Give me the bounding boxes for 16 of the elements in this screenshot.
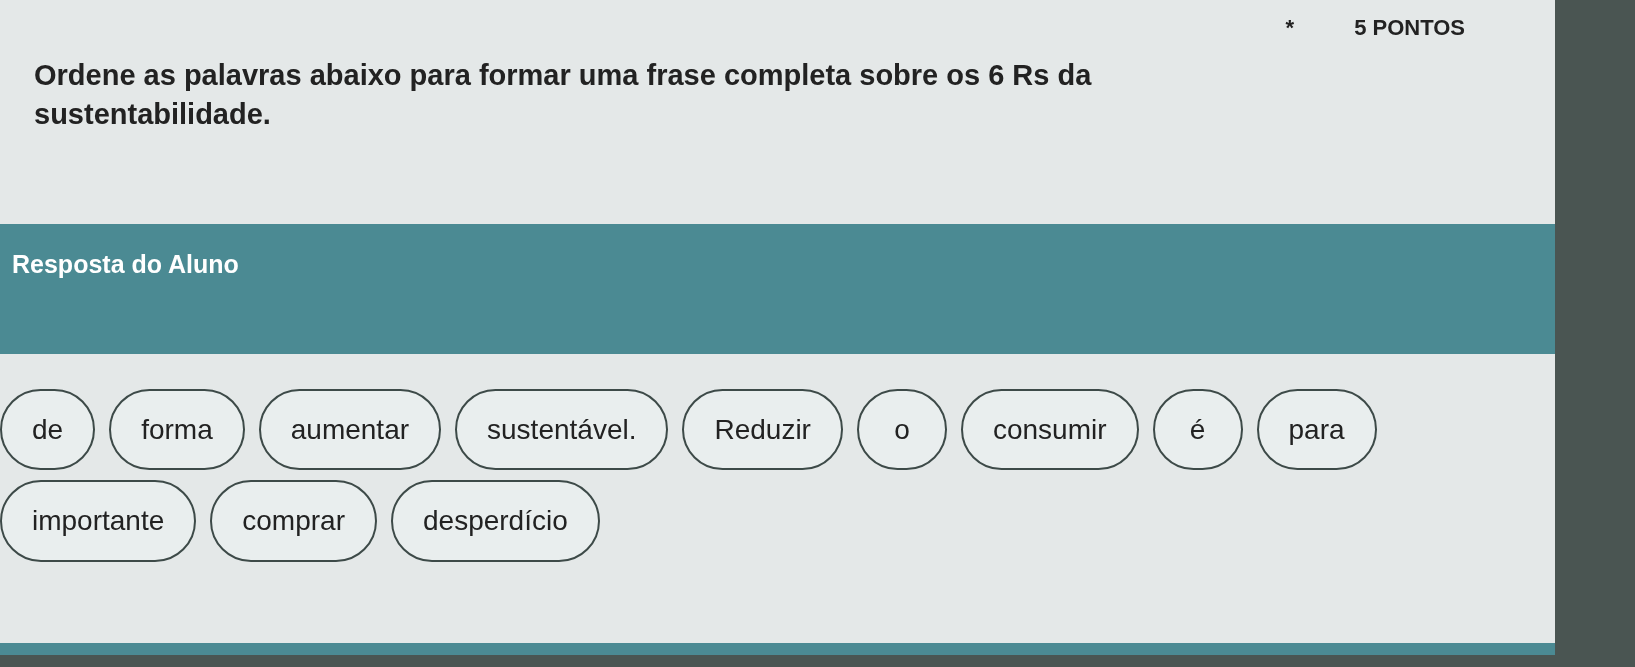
word-chip[interactable]: aumentar xyxy=(258,388,442,471)
word-chip[interactable]: comprar xyxy=(210,480,377,562)
word-chip[interactable]: desperdício xyxy=(391,480,600,562)
word-chip[interactable]: forma xyxy=(109,388,245,471)
word-chip[interactable]: é xyxy=(1152,388,1243,471)
answer-header: Resposta do Aluno xyxy=(0,224,1555,354)
word-chip[interactable]: de xyxy=(0,388,96,471)
word-chip[interactable]: consumir xyxy=(960,388,1139,471)
required-mark: * xyxy=(1285,13,1295,42)
points-label: 5 PONTOS xyxy=(1354,13,1465,42)
question-text: Ordene as palavras abaixo para formar uma frase completa sobre os 6 Rs da sustentabilidade. xyxy=(33,58,1093,133)
word-chip[interactable]: Reduzir xyxy=(682,388,843,471)
word-chip[interactable]: o xyxy=(856,388,947,471)
word-chip[interactable]: sustentável. xyxy=(455,388,669,471)
word-chip[interactable]: para xyxy=(1256,388,1377,471)
word-chip[interactable]: importante xyxy=(0,480,197,562)
